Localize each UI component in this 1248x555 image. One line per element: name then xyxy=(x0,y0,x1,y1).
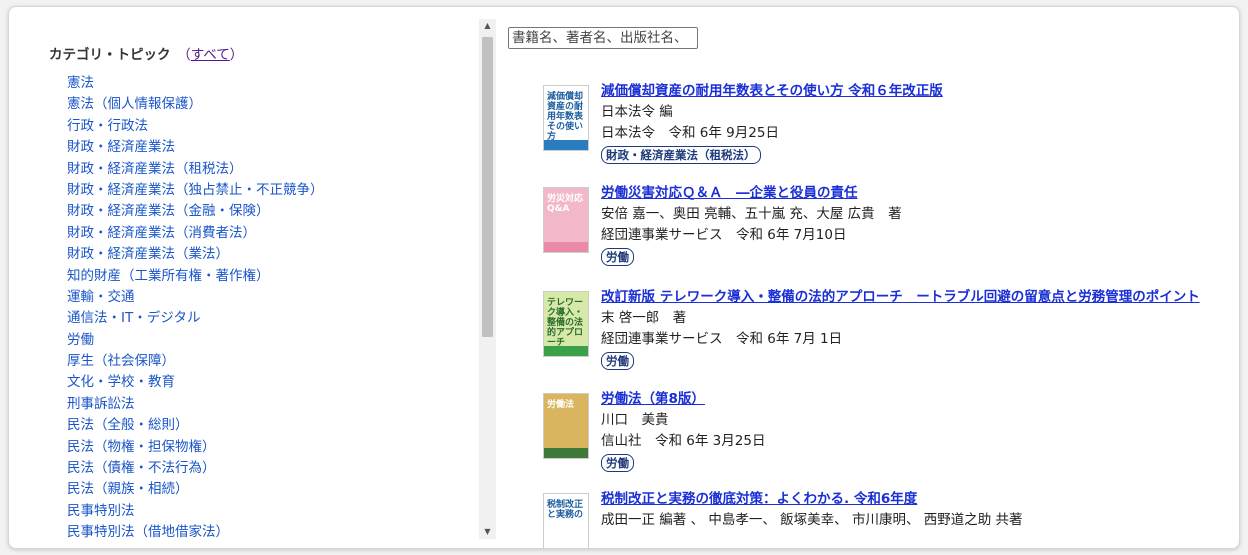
category-link[interactable]: 民事特別法（借地借家法） xyxy=(67,522,324,543)
book-cover-image[interactable]: 税制改正と実務の xyxy=(543,493,589,548)
category-link[interactable]: 運輸・交通 xyxy=(67,287,324,308)
book-publisher-date: 日本法令 令和 6年 9月25日 xyxy=(601,125,779,141)
book-title-link[interactable]: 労働法（第8版） xyxy=(601,389,1239,410)
scroll-down-icon[interactable]: ▼ xyxy=(479,525,496,539)
sidebar-scrollbar[interactable]: ▲ ▼ xyxy=(479,19,496,539)
book-publisher-date: 信山社 令和 6年 3月25日 xyxy=(601,433,766,449)
book-cover-image[interactable]: 労働法 xyxy=(543,393,589,459)
book-title-link[interactable]: 税制改正と実務の徹底対策：よくわかる. 令和6年度 xyxy=(601,489,1239,510)
category-tag-badge[interactable]: 財政・経済産業法（租税法） xyxy=(601,146,761,164)
book-author: 日本法令 編 xyxy=(601,104,673,120)
category-link[interactable]: 民事特別法 xyxy=(67,501,324,522)
book-author: 成田一正 編著 、 中島孝一、 飯塚美幸、 市川康明、 西野道之助 共著 xyxy=(601,512,1023,528)
category-link[interactable]: 民法（親族・相続） xyxy=(67,479,324,500)
category-sidebar: カテゴリ・トピック （すべて） 憲法 憲法（個人情報保護） 行政・行政法 財政・経済産… xyxy=(9,7,497,548)
search-input[interactable] xyxy=(508,27,698,49)
category-tag-badge[interactable]: 労働 xyxy=(601,352,634,370)
category-link[interactable]: 文化・学校・教育 xyxy=(67,372,324,393)
app-window: カテゴリ・トピック （すべて） 憲法 憲法（個人情報保護） 行政・行政法 財政・経済産… xyxy=(8,6,1240,549)
category-link[interactable]: 財政・経済産業法（業法） xyxy=(67,244,324,265)
category-list: 憲法 憲法（個人情報保護） 行政・行政法 財政・経済産業法 財政・経済産業法（租税法）財… xyxy=(67,73,324,544)
book-results: 減価償却資産の耐用年数表その使い方減価償却資産の耐用年数表とその使い方 令和６年… xyxy=(497,7,1239,548)
book-author: 川口 美貴 xyxy=(601,412,669,428)
book-publisher-date: 経団連事業サービス 令和 6年 7月 1日 xyxy=(601,331,843,347)
category-title: カテゴリ・トピック xyxy=(49,47,171,63)
category-link[interactable]: 通信法・IT・デジタル xyxy=(67,308,324,329)
all-categories-link[interactable]: すべて xyxy=(191,47,230,63)
book-title-link[interactable]: 改訂新版 テレワーク導入・整備の法的アプローチ ートラブル回避の留意点と労務管理… xyxy=(601,287,1239,308)
category-link[interactable]: 行政・行政法 xyxy=(67,116,324,137)
category-link[interactable]: 知的財産（工業所有権・著作権） xyxy=(67,266,324,287)
book-cover-image[interactable]: 労災対応Q&A xyxy=(543,187,589,253)
book-publisher-date: 経団連事業サービス 令和 6年 7月10日 xyxy=(601,227,847,243)
category-link[interactable]: 財政・経済産業法（独占禁止・不正競争） xyxy=(67,180,324,201)
book-title-link[interactable]: 労働災害対応Ｑ＆Ａ ―企業と役員の責任 xyxy=(601,183,1239,204)
category-link[interactable]: 民法（物権・担保物権） xyxy=(67,437,324,458)
category-link[interactable]: 労働 xyxy=(67,330,324,351)
category-link[interactable]: 財政・経済産業法（消費者法） xyxy=(67,223,324,244)
category-link[interactable]: 財政・経済産業法（租税法） xyxy=(67,159,324,180)
category-link[interactable]: 民法（債権・不法行為） xyxy=(67,458,324,479)
category-tag-badge[interactable]: 労働 xyxy=(601,454,634,472)
book-title-link[interactable]: 減価償却資産の耐用年数表とその使い方 令和６年改正版 xyxy=(601,81,1239,102)
book-cover-image[interactable]: 減価償却資産の耐用年数表その使い方 xyxy=(543,85,589,151)
category-link[interactable]: 憲法（個人情報保護） xyxy=(67,94,324,115)
category-link[interactable]: 厚生（社会保障） xyxy=(67,351,324,372)
book-cover-image[interactable]: テレワーク導入・整備の法的アプローチ xyxy=(543,291,589,357)
book-author: 末 啓一郎 著 xyxy=(601,310,687,326)
category-link[interactable]: 財政・経済産業法 xyxy=(67,137,324,158)
category-link[interactable]: 財政・経済産業法（金融・保険） xyxy=(67,201,324,222)
category-link[interactable]: 刑事訴訟法 xyxy=(67,394,324,415)
category-header: カテゴリ・トピック （すべて） xyxy=(49,47,244,63)
category-link[interactable]: 憲法 xyxy=(67,73,324,94)
scrollbar-thumb[interactable] xyxy=(482,37,493,337)
category-tag-badge[interactable]: 労働 xyxy=(601,248,634,266)
book-author: 安倍 嘉一、奥田 亮輔、五十嵐 充、大屋 広貴 著 xyxy=(601,206,902,222)
scroll-up-icon[interactable]: ▲ xyxy=(479,19,496,33)
category-link[interactable]: 民法（全般・総則） xyxy=(67,415,324,436)
